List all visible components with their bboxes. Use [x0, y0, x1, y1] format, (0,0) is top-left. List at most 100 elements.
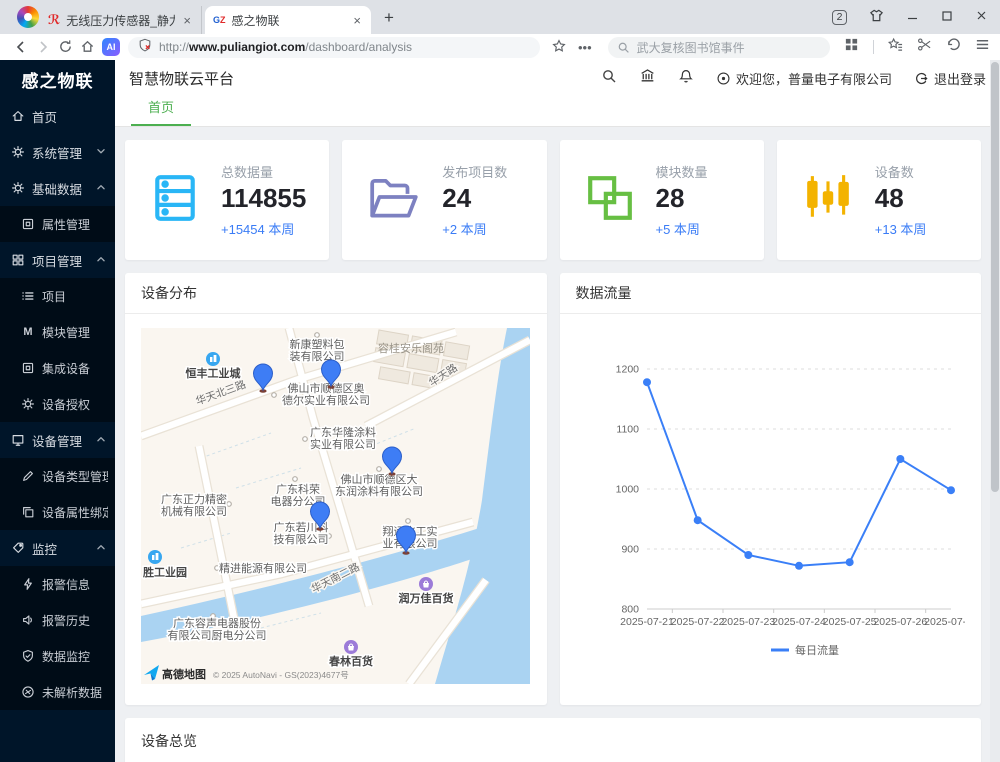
- legend-label[interactable]: 每日流量: [795, 643, 839, 657]
- sidebar-item-设备授权[interactable]: 设备授权: [0, 386, 115, 422]
- menu-hamburger-icon[interactable]: [975, 37, 990, 57]
- sidebar-item-项目[interactable]: 项目: [0, 278, 115, 314]
- svg-text:2025-07-24: 2025-07-24: [772, 616, 826, 628]
- map-poi-label: 广东华隆涂料实业有限公司: [310, 425, 376, 451]
- submenu-基础数据: 属性管理: [0, 206, 115, 242]
- sidebar-item-模块管理[interactable]: M 模块管理: [0, 314, 115, 350]
- browser-tab-1[interactable]: ℛ 无线压力传感器_静力水准仪_ ×: [40, 6, 202, 34]
- address-bar[interactable]: http://www.puliangiot.com/dashboard/anal…: [128, 37, 540, 58]
- svg-text:1000: 1000: [615, 484, 639, 496]
- notification-bell-icon[interactable]: [678, 68, 694, 89]
- more-options-icon[interactable]: •••: [578, 40, 592, 55]
- browser-chrome: ℛ 无线压力传感器_静力水准仪_ × GZ 感之物联 × + 2 AI http…: [0, 0, 1000, 60]
- submenu-项目管理: 项目M 模块管理 集成设备 设备授权: [0, 278, 115, 422]
- undo-icon[interactable]: [946, 37, 961, 57]
- chevron-up-icon: [94, 180, 108, 197]
- chevron-down-icon: [94, 144, 108, 161]
- header-search-icon[interactable]: [601, 68, 617, 89]
- favorites-icon[interactable]: [888, 37, 903, 57]
- welcome-user[interactable]: 欢迎您，普量电子有限公司: [716, 69, 892, 88]
- sidebar-item-未解析数据[interactable]: 未解析数据: [0, 674, 115, 710]
- sidebar-item-首页[interactable]: 首页: [0, 98, 115, 134]
- tab-count-badge[interactable]: 2: [832, 10, 847, 25]
- sidebar-item-监控[interactable]: 监控: [0, 530, 115, 566]
- maximize-button[interactable]: [941, 10, 953, 25]
- apps-grid-icon[interactable]: [844, 37, 859, 57]
- tab1-favicon-icon: ℛ: [48, 12, 60, 28]
- svg-text:2025-07-25: 2025-07-25: [822, 616, 876, 628]
- sidebar-item-集成设备[interactable]: 集成设备: [0, 350, 115, 386]
- stat-card-设备数: 设备数 48 +13 本周: [777, 140, 981, 260]
- ai-assistant-icon[interactable]: AI: [102, 38, 120, 56]
- tab-home-active[interactable]: 首页: [131, 97, 191, 126]
- stat-delta: +15454 本周: [221, 219, 306, 238]
- data-point[interactable]: [845, 558, 853, 566]
- chevron-up-icon: [94, 252, 108, 269]
- sidebar-item-设备类型管理[interactable]: 设备类型管理: [0, 458, 115, 494]
- data-point[interactable]: [795, 562, 803, 570]
- svg-text:2025-07-21: 2025-07-21: [620, 616, 674, 628]
- tab2-close-icon[interactable]: ×: [351, 13, 363, 28]
- sidebar-item-项目管理[interactable]: 项目管理: [0, 242, 115, 278]
- reload-icon[interactable]: [54, 38, 76, 56]
- forward-icon[interactable]: [32, 38, 54, 56]
- data-point[interactable]: [947, 486, 955, 494]
- monitor-icon: [11, 433, 25, 447]
- data-point[interactable]: [693, 516, 701, 524]
- map-poi-label: 精进能源有限公司: [219, 561, 307, 575]
- sidebar-item-数据监控[interactable]: 数据监控: [0, 638, 115, 674]
- tab1-close-icon[interactable]: ×: [181, 13, 193, 28]
- folder-icon: [367, 173, 421, 228]
- page-scrollbar[interactable]: [990, 60, 1000, 762]
- minimize-button[interactable]: [906, 9, 919, 25]
- search-placeholder: 武大复核图书馆事件: [637, 39, 745, 56]
- poi-dot: [377, 467, 382, 472]
- sidebar-item-设备管理[interactable]: 设备管理: [0, 422, 115, 458]
- sidebar-item-报警历史[interactable]: 报警历史: [0, 602, 115, 638]
- shield-check-icon: [21, 649, 35, 663]
- new-tab-button[interactable]: +: [384, 8, 394, 28]
- sidebar-item-基础数据[interactable]: 基础数据: [0, 170, 115, 206]
- svg-text:800: 800: [621, 604, 639, 616]
- sidebar-item-报警信息[interactable]: 报警信息: [0, 566, 115, 602]
- device-overview-title: 设备总览: [125, 718, 981, 762]
- screenshot-scissors-icon[interactable]: [917, 37, 932, 57]
- square-icon: [21, 361, 35, 375]
- stat-label: 模块数量: [656, 162, 708, 181]
- map-poi-label: 广东正力精密机械有限公司: [161, 492, 227, 518]
- grid-icon: [11, 253, 25, 267]
- database-icon: [150, 173, 200, 228]
- app-logo[interactable]: 感之物联: [0, 60, 115, 98]
- logout-button[interactable]: 退出登录: [914, 69, 986, 88]
- data-point[interactable]: [643, 378, 651, 386]
- sidebar-item-属性管理[interactable]: 属性管理: [0, 206, 115, 242]
- svg-text:2025-07-23: 2025-07-23: [721, 616, 775, 628]
- bookmark-star-icon[interactable]: [552, 39, 566, 56]
- insecure-shield-icon[interactable]: [138, 38, 152, 57]
- scrollbar-thumb[interactable]: [991, 62, 999, 492]
- browser-search-box[interactable]: 武大复核图书馆事件: [608, 37, 830, 58]
- svg-text:2025-07-26: 2025-07-26: [873, 616, 927, 628]
- main-area: 智慧物联云平台 欢迎您，普量电子有限公司 退出登录 首页 总数: [115, 60, 1000, 762]
- url-text[interactable]: http://www.puliangiot.com/dashboard/anal…: [159, 40, 412, 54]
- data-point[interactable]: [896, 455, 904, 463]
- browser-logo-icon[interactable]: [17, 6, 39, 28]
- stat-value: 24: [442, 185, 507, 212]
- back-icon[interactable]: [10, 38, 32, 56]
- device-map[interactable]: 容桂安乐阁苑华天北三路华天路华天南二路新康塑料包装有限公司恒丰工业城佛山市顺德区…: [141, 328, 530, 684]
- poi-dot: [227, 502, 232, 507]
- sidebar-item-系统管理[interactable]: 系统管理: [0, 134, 115, 170]
- close-window-button[interactable]: [975, 9, 988, 25]
- skin-icon[interactable]: [869, 8, 884, 26]
- building-icon: [206, 352, 220, 366]
- stat-delta: +2 本周: [442, 219, 507, 238]
- bank-icon[interactable]: [639, 67, 656, 89]
- gear-icon: [21, 397, 35, 411]
- traffic-line-chart[interactable]: 8009001000110012002025-07-212025-07-2220…: [576, 328, 965, 676]
- data-point[interactable]: [744, 551, 752, 559]
- poi-dot: [293, 477, 298, 482]
- browser-tab-2-active[interactable]: GZ 感之物联 ×: [205, 6, 371, 34]
- home-icon[interactable]: [76, 38, 98, 56]
- sidebar-item-设备属性绑定[interactable]: 设备属性绑定: [0, 494, 115, 530]
- map-area-label: 容桂安乐阁苑: [378, 341, 444, 355]
